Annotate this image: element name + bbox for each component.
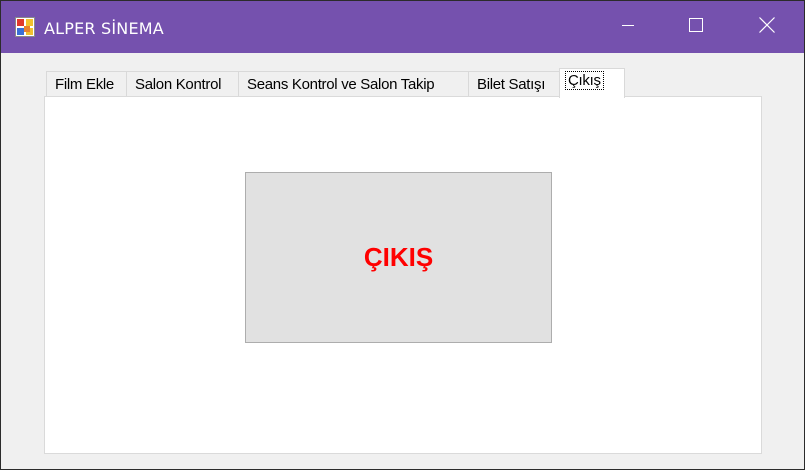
maximize-icon: [689, 17, 703, 37]
window-title: ALPER SİNEMA: [44, 19, 164, 38]
exit-button[interactable]: ÇIKIŞ: [245, 172, 552, 343]
minimize-icon: [622, 18, 634, 36]
maximize-button[interactable]: [661, 1, 731, 53]
tab-seans-kontrol[interactable]: Seans Kontrol ve Salon Takip: [238, 71, 469, 97]
tab-cikis[interactable]: Çıkış: [559, 68, 625, 98]
tab-salon-kontrol[interactable]: Salon Kontrol: [126, 71, 239, 97]
tab-cikis-label: Çıkış: [565, 71, 604, 90]
tab-page-cikis: ÇIKIŞ: [44, 96, 762, 454]
title-bar[interactable]: ALPER SİNEMA: [1, 1, 804, 53]
close-icon: [759, 16, 775, 38]
client-area: Film Ekle Salon Kontrol Seans Kontrol ve…: [1, 53, 804, 469]
tab-bilet-satisi[interactable]: Bilet Satışı: [468, 71, 560, 97]
close-button[interactable]: [732, 1, 802, 53]
minimize-button[interactable]: [593, 1, 663, 53]
app-icon: [15, 17, 35, 37]
app-window: ALPER SİNEMA Film Ekle Salon Kontrol Sea…: [0, 0, 805, 470]
tab-film-ekle[interactable]: Film Ekle: [46, 71, 127, 97]
